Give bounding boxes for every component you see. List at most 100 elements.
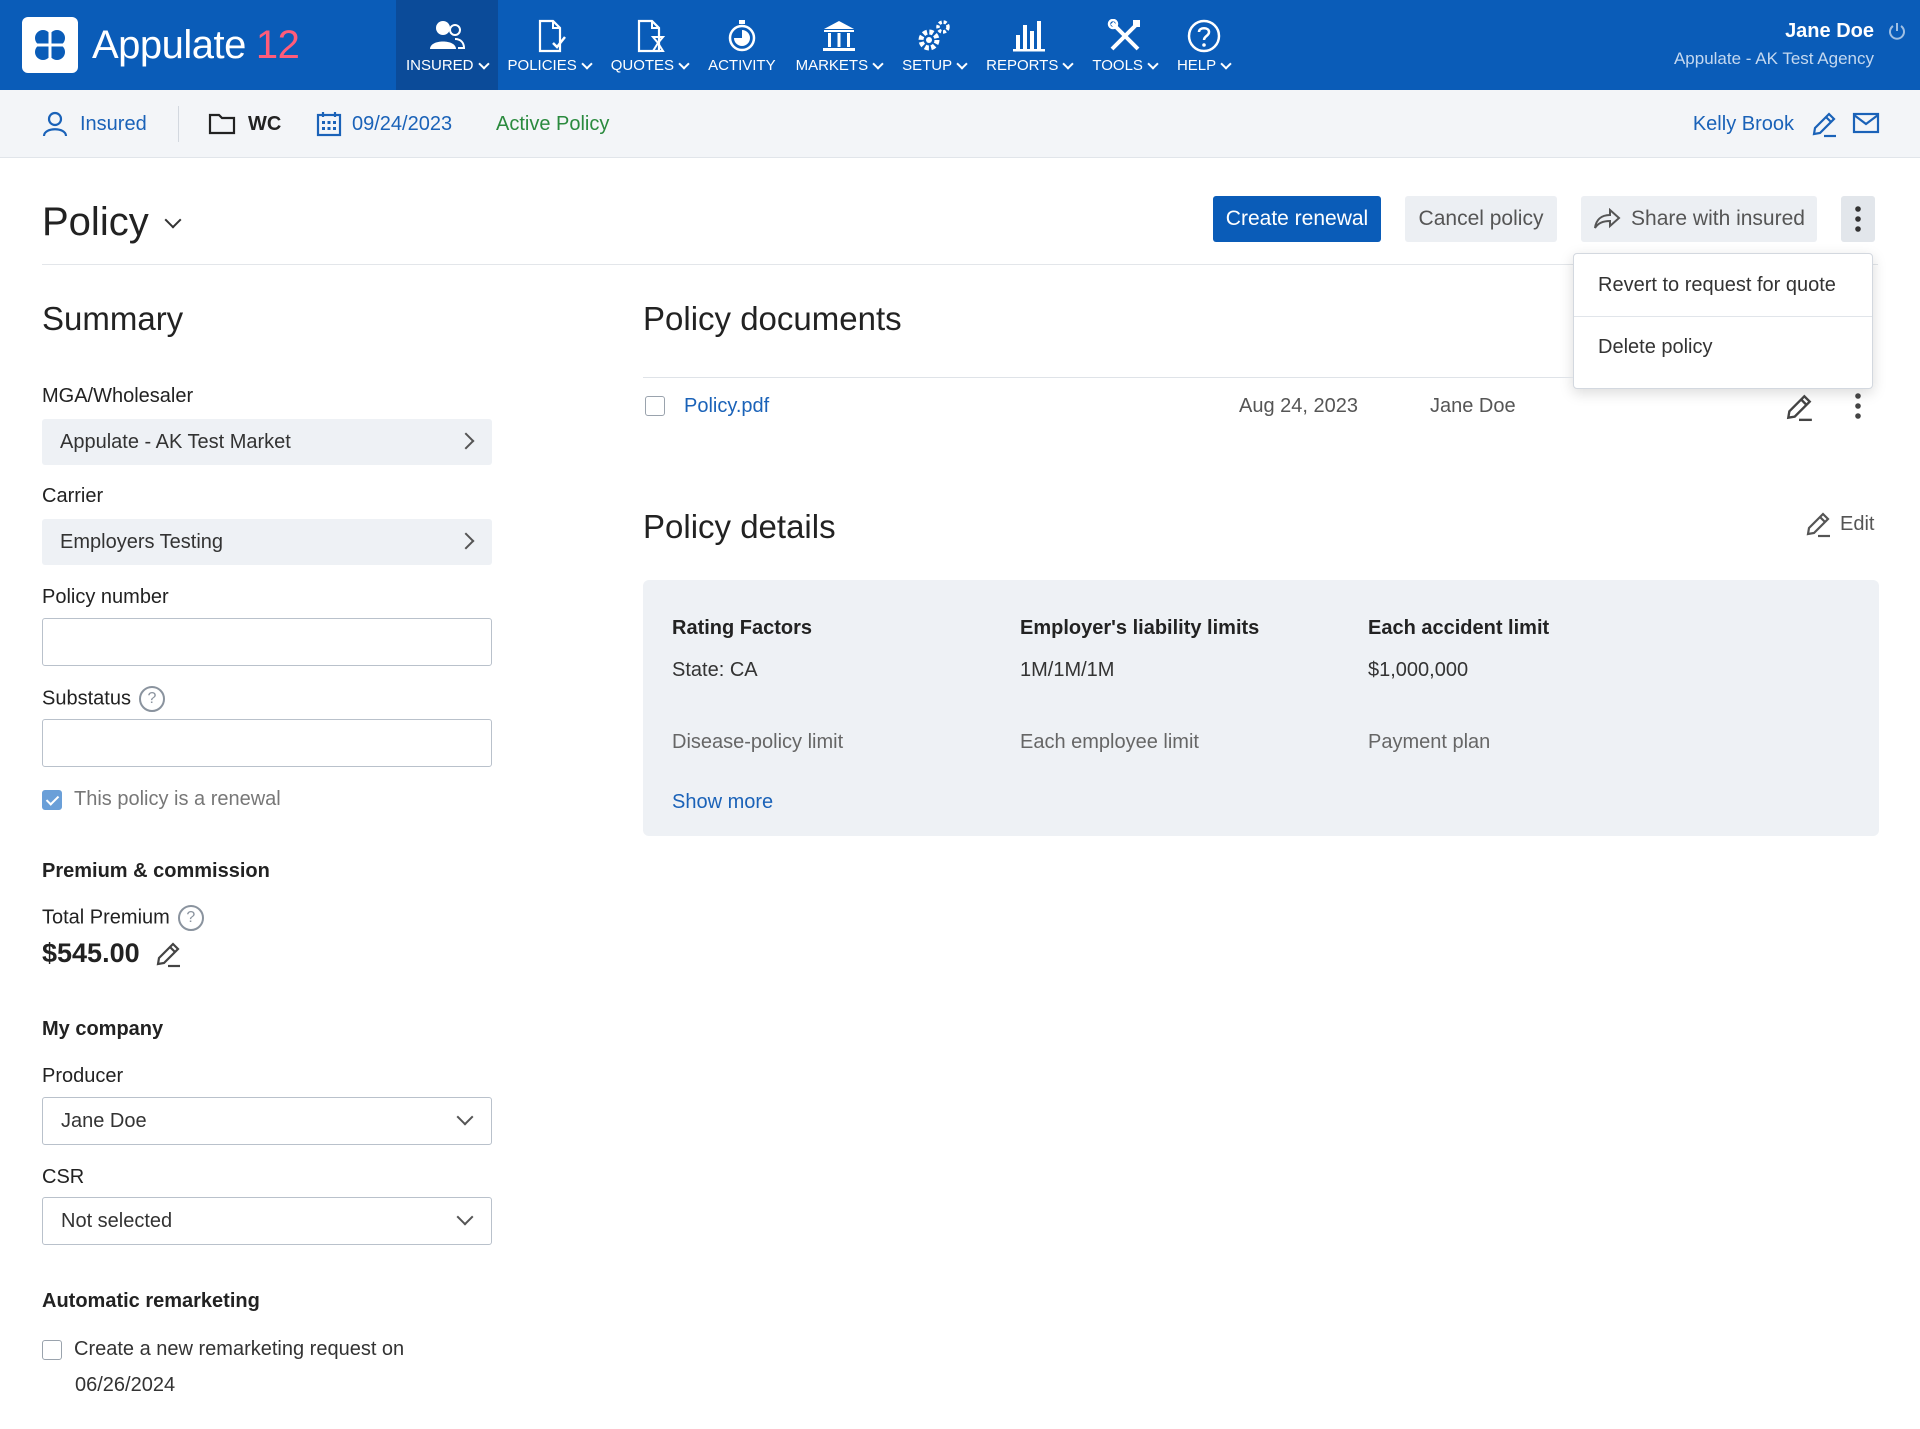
- more-actions-button[interactable]: [1841, 196, 1875, 242]
- user-name: Jane Doe: [1785, 20, 1874, 42]
- document-checkbox[interactable]: [645, 396, 665, 416]
- total-premium-label: Total Premium: [42, 906, 170, 929]
- tools-icon: [1107, 19, 1140, 51]
- setup-icon: [918, 20, 950, 51]
- producer-label: Producer: [42, 1065, 124, 1087]
- cancel-policy-button[interactable]: Cancel policy: [1405, 196, 1557, 242]
- my-company-heading: My company: [42, 1018, 164, 1040]
- page-title[interactable]: Policy: [42, 200, 182, 245]
- documents-divider: [643, 377, 1573, 378]
- insured-link[interactable]: Insured: [42, 90, 147, 158]
- document-date: Aug 24, 2023: [1239, 395, 1358, 417]
- el-limits-value: 1M/1M/1M: [1020, 659, 1115, 681]
- document-row: Policy.pdf Aug 24, 2023 Jane Doe: [643, 392, 1879, 424]
- chevron-right-icon: [457, 532, 475, 550]
- total-premium: $545.00: [42, 938, 182, 969]
- mga-label: MGA/Wholesaler: [42, 385, 194, 407]
- user-info[interactable]: Jane Doe Appulate - AK Test Agency: [1674, 20, 1874, 69]
- edit-details-button[interactable]: Edit: [1804, 510, 1874, 538]
- date-label: 09/24/2023: [352, 112, 453, 135]
- markets-icon: [822, 21, 855, 51]
- app-logo[interactable]: Appulate 12: [22, 17, 300, 73]
- nav-insured[interactable]: INSURED: [396, 0, 498, 90]
- auto-remarketing-heading: Automatic remarketing: [42, 1290, 260, 1312]
- renewal-checkbox[interactable]: [42, 789, 62, 810]
- question-icon[interactable]: ?: [138, 686, 165, 712]
- policy-number-label: Policy number: [42, 586, 169, 608]
- nav-help[interactable]: HELP: [1167, 0, 1240, 90]
- each-employee-label: Each employee limit: [1020, 731, 1199, 753]
- nav-insured-label: INSURED: [406, 57, 474, 74]
- chevron-down-icon: [956, 57, 968, 70]
- nav-markets[interactable]: MARKETS: [786, 0, 893, 90]
- nav-setup[interactable]: SETUP: [892, 0, 976, 90]
- main-nav: INSURED POLICIES QUOTES ACTIVITY MARKETS…: [396, 0, 1240, 90]
- total-premium-label-row: Total Premium?: [42, 905, 204, 931]
- substatus-input[interactable]: [42, 719, 492, 767]
- power-icon[interactable]: [1888, 22, 1906, 40]
- disease-policy-label: Disease-policy limit: [672, 731, 844, 753]
- pencil-icon[interactable]: [1810, 110, 1838, 138]
- carrier-value: Employers Testing: [60, 530, 224, 553]
- pencil-icon[interactable]: [154, 940, 182, 968]
- kebab-icon[interactable]: [1854, 392, 1862, 420]
- document-name-link[interactable]: Policy.pdf: [684, 395, 769, 418]
- policy-details-card: Rating Factors State: CA Employer's liab…: [643, 580, 1879, 836]
- nav-quotes[interactable]: QUOTES: [601, 0, 698, 90]
- share-icon: [1594, 208, 1621, 229]
- quotes-icon: [638, 19, 666, 53]
- remarketing-label: Create a new remarketing request on: [74, 1338, 405, 1360]
- producer-value: Jane Doe: [61, 1109, 147, 1132]
- app-version: 12: [255, 22, 300, 67]
- summary-heading: Summary: [42, 300, 184, 337]
- nav-reports[interactable]: REPORTS: [976, 0, 1082, 90]
- context-bar: Insured WC 09/24/2023 Active Policy Kell…: [0, 90, 1920, 158]
- renewal-checkbox-row[interactable]: This policy is a renewal: [42, 788, 281, 811]
- policy-number-input[interactable]: [42, 618, 492, 666]
- share-with-insured-button[interactable]: Share with insured: [1581, 196, 1817, 242]
- user-agency: Appulate - AK Test Agency: [1673, 49, 1874, 68]
- csr-select[interactable]: Not selected: [42, 1197, 492, 1245]
- premium-section-heading: Premium & commission: [42, 860, 270, 882]
- policy-details-heading: Policy details: [643, 508, 836, 545]
- show-more-link[interactable]: Show more: [672, 791, 773, 814]
- question-icon[interactable]: ?: [177, 905, 204, 931]
- app-name: Appulate 12: [92, 22, 300, 67]
- chevron-right-icon: [457, 432, 475, 450]
- chevron-down-icon: [477, 57, 490, 70]
- create-renewal-button[interactable]: Create renewal: [1213, 196, 1381, 242]
- mga-selector[interactable]: Appulate - AK Test Market: [42, 419, 492, 465]
- mga-value: Appulate - AK Test Market: [60, 430, 291, 453]
- policy-status: Active Policy: [496, 112, 610, 135]
- nav-policies-label: POLICIES: [507, 57, 577, 74]
- remarketing-checkbox[interactable]: [42, 1339, 62, 1360]
- rating-factors-value: State: CA: [672, 659, 758, 681]
- producer-select[interactable]: Jane Doe: [42, 1097, 492, 1145]
- policies-icon: [539, 19, 567, 53]
- pencil-icon[interactable]: [1784, 392, 1814, 422]
- carrier-label: Carrier: [42, 485, 104, 507]
- remarketing-checkbox-row[interactable]: Create a new remarketing request on: [42, 1338, 404, 1361]
- carrier-selector[interactable]: Employers Testing: [42, 519, 492, 565]
- insured-label: Insured: [80, 112, 147, 135]
- nav-tools[interactable]: TOOLS: [1082, 0, 1167, 90]
- mail-icon[interactable]: [1852, 112, 1880, 134]
- nav-tools-label: TOOLS: [1092, 57, 1143, 74]
- each-accident-label: Each accident limit: [1368, 617, 1550, 639]
- nav-help-label: HELP: [1176, 57, 1217, 74]
- menu-item-revert[interactable]: Revert to request for quote: [1574, 254, 1872, 316]
- chevron-down-icon: [1147, 57, 1159, 70]
- lob-label: WC: [248, 112, 282, 135]
- reports-icon: [1013, 21, 1046, 52]
- nav-activity[interactable]: ACTIVITY: [698, 0, 786, 90]
- assigned-user-link[interactable]: Kelly Brook: [1693, 90, 1794, 158]
- nav-policies[interactable]: POLICIES: [498, 0, 601, 90]
- policy-date[interactable]: 09/24/2023: [316, 90, 452, 158]
- menu-item-delete[interactable]: Delete policy: [1574, 316, 1872, 378]
- each-accident-value: $1,000,000: [1368, 659, 1469, 681]
- person-icon: [42, 111, 68, 137]
- chevron-down-icon: [678, 57, 690, 70]
- insured-icon: [429, 21, 465, 49]
- line-of-business: WC: [208, 90, 281, 158]
- csr-label: CSR: [42, 1166, 85, 1188]
